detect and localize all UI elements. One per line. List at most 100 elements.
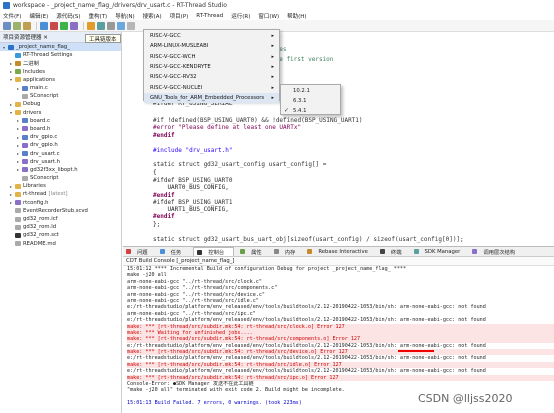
tree-item[interactable]: ▸ drv_usart.c (0, 149, 121, 157)
console-tab[interactable]: 问题 (126, 248, 154, 256)
console-output[interactable]: 15:01:12 **** Incremental Build of confi… (123, 266, 554, 407)
open-icon[interactable] (23, 21, 31, 30)
console-tab[interactable]: Rebase Interactive (307, 249, 374, 255)
menu-item[interactable]: 重构(T) (89, 12, 108, 20)
search-icon[interactable] (127, 21, 135, 30)
tree-item[interactable]: ▸ Libraries (0, 182, 121, 190)
tree-item[interactable]: ▾ applications (0, 76, 121, 84)
expand-arrow-icon[interactable]: ▸ (17, 167, 21, 172)
menu-item[interactable]: 导航(N) (115, 12, 134, 20)
run-icon[interactable] (60, 21, 68, 30)
menu-item[interactable]: 编辑(E) (29, 12, 48, 20)
settings-icon[interactable] (107, 21, 115, 30)
tree-item[interactable]: gd32_rom.icf (0, 215, 121, 223)
tree-item[interactable]: ▸ rt-thread [latest] (0, 190, 121, 198)
checkmark-icon: ✓ (284, 107, 290, 114)
tree-item[interactable]: ▸ gd32f3xx_libopt.h (0, 166, 121, 174)
tree-item[interactable]: EventRecorderStub.scvd (0, 207, 121, 215)
expand-arrow-icon[interactable]: ▸ (10, 200, 14, 205)
toolchain-menu-item[interactable]: RISC-V-GCC-NUCLEI ▸ (144, 83, 279, 93)
expand-arrow-icon[interactable]: ▸ (17, 126, 21, 131)
expand-arrow-icon[interactable]: ▸ (17, 151, 21, 156)
toolchain-menu-item-label: RISC-V-GCC-RV32 (150, 74, 197, 81)
expand-arrow-icon[interactable]: ▾ (10, 77, 14, 82)
expand-arrow-icon[interactable]: ▸ (10, 184, 14, 189)
expand-arrow-icon[interactable]: ▾ (3, 45, 7, 50)
tree-item[interactable]: gd32_rom.sct (0, 231, 121, 239)
code-line: #endif (153, 192, 175, 199)
expand-arrow-icon[interactable]: ▸ (10, 69, 14, 74)
toolchain-menu-item[interactable]: RISC-V-GCC-WCH ▸ (144, 52, 279, 62)
toolchain-icon[interactable] (117, 21, 125, 30)
toolchain-version-item[interactable]: 10.2.1 (281, 86, 340, 96)
menu-item[interactable]: 运行(R) (231, 12, 250, 20)
tree-item[interactable]: gd32_rom.ld (0, 223, 121, 231)
download-icon[interactable] (87, 21, 95, 30)
h-icon (22, 167, 28, 173)
new-file-icon[interactable] (3, 21, 11, 30)
tree-item[interactable]: ▸ main.c (0, 84, 121, 92)
console-tab[interactable]: 调用层次结构 (472, 248, 521, 256)
toolchain-version-item[interactable]: ✓ 5.4.1 (281, 106, 340, 116)
tree-item[interactable]: ▸ Includes (0, 68, 121, 76)
console-tab[interactable]: 任务 (159, 248, 188, 256)
toolchain-menu-item[interactable]: RISC-V-GCC-RV32 ▸ (144, 72, 279, 82)
expand-arrow-icon[interactable]: ▸ (10, 192, 14, 197)
console-tab[interactable]: 控制台 (193, 247, 235, 256)
expand-arrow-icon[interactable]: ▸ (17, 159, 21, 164)
toolchain-menu-item-label: GNU_Tools_for_ARM_Embedded_Processors (150, 94, 265, 101)
tree-item[interactable]: ▸ Debug (0, 100, 121, 108)
toolchain-menu-item[interactable]: GNU_Tools_for_ARM_Embedded_Processors ▸ (144, 92, 279, 104)
tree-item[interactable]: ▾ _project_name_flag_ (0, 43, 121, 52)
tree-item[interactable]: ▾ drivers (0, 109, 121, 117)
expand-arrow-icon[interactable]: ▸ (17, 143, 21, 148)
expand-arrow-icon[interactable]: ▸ (10, 61, 14, 66)
expand-arrow-icon[interactable]: ▸ (17, 118, 21, 123)
toolchain-version-item[interactable]: 6.3.1 (281, 96, 340, 106)
menu-item[interactable]: 窗口(W) (258, 12, 279, 20)
expand-arrow-icon[interactable]: ▾ (10, 110, 14, 115)
submenu-arrow-icon: ▸ (271, 74, 274, 81)
expand-arrow-icon[interactable]: ▸ (17, 86, 21, 91)
tree-item[interactable]: ▸ 二进制 (0, 59, 121, 67)
tree-item[interactable]: SConscript (0, 174, 121, 182)
stop-icon[interactable] (50, 21, 58, 30)
expand-arrow-icon[interactable]: ▸ (17, 135, 21, 140)
toolchain-menu-item[interactable]: RISC-V-GCC-KENDRYTE ▸ (144, 62, 279, 72)
tree-item[interactable]: ▸ drv_gpio.h (0, 141, 121, 149)
tree-item[interactable]: ▸ board.h (0, 125, 121, 133)
menu-item[interactable]: 搜索(A) (143, 12, 162, 20)
tree-item[interactable]: RT-Thread Settings (0, 51, 121, 59)
console-title: CDT Build Console [_project_name_flag_] (123, 257, 554, 266)
menu-item[interactable]: RT-Thread (196, 13, 223, 19)
save-icon[interactable] (13, 21, 21, 30)
menu-item[interactable]: 文件(F) (3, 12, 21, 20)
toolchain-menu-item[interactable]: ARM-LINUX-MUSLEABI ▸ (144, 41, 279, 51)
toolchain-menu-item[interactable]: RISC-V-GCC ▸ (144, 31, 279, 41)
build-icon[interactable] (40, 21, 48, 30)
window-title: workspace - _project_name_flag_/drivers/… (13, 2, 227, 9)
app-icon (3, 2, 10, 9)
console-tab[interactable]: SDK Manager (413, 249, 467, 255)
console-tab[interactable]: 终端 (379, 248, 408, 256)
console-tab-label: 问题 (137, 249, 148, 256)
debug-icon[interactable] (70, 21, 78, 30)
tree-item[interactable]: SConscript (0, 92, 121, 100)
menu-item[interactable]: 帮助(H) (287, 12, 306, 20)
toolchain-menu-item-label: RISC-V-GCC (150, 33, 181, 40)
window-title-bar: workspace - _project_name_flag_/drivers/… (0, 0, 554, 11)
sdk-manager-icon[interactable] (97, 21, 105, 30)
console-tab[interactable]: 内存 (273, 248, 302, 256)
expand-arrow-icon[interactable]: ▸ (10, 102, 14, 107)
menu-item[interactable]: 源代码(S) (56, 12, 80, 20)
menu-item[interactable]: 项目(P) (170, 12, 189, 20)
console-tab[interactable]: 属性 (240, 248, 268, 256)
h-icon (15, 200, 21, 206)
tree-item[interactable]: ▸ board.c (0, 117, 121, 125)
h-icon (22, 142, 28, 148)
tree-item[interactable]: ▸ drv_usart.h (0, 158, 121, 166)
tree-item[interactable]: ▸ drv_gpio.c (0, 133, 121, 141)
tree-item[interactable]: ▸ rtconfig.h (0, 199, 121, 207)
tree-item[interactable]: README.md (0, 240, 121, 248)
tree-item-label: Includes (23, 68, 46, 75)
